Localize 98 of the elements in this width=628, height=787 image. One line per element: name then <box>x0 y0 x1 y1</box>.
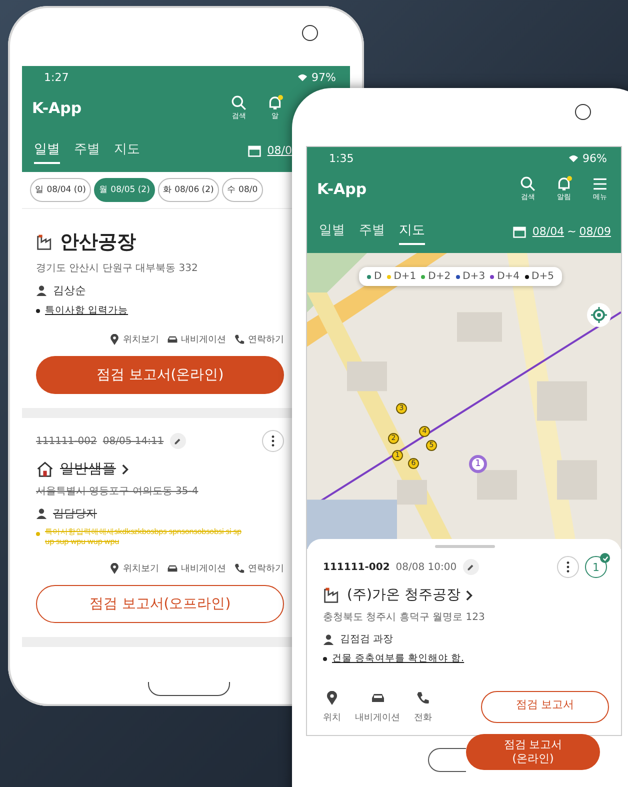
site-address: 충청북도 청주시 흥덕구 월명로 123 <box>323 611 486 624</box>
camera-icon <box>575 104 591 120</box>
date-link[interactable]: 08/0 <box>267 144 292 156</box>
bullet-icon <box>36 532 40 536</box>
view-tab[interactable]: 주별 <box>74 136 100 164</box>
report-button[interactable]: 점검 보고서(온라인) <box>36 356 284 394</box>
location-button[interactable]: 위치보기 <box>109 333 159 346</box>
search-icon <box>231 95 247 111</box>
factory-icon <box>323 586 341 604</box>
location-button[interactable]: 위치보기 <box>109 562 159 575</box>
contact-name: 김점검 과장 <box>340 633 394 646</box>
camera-icon <box>302 25 318 41</box>
chevron-right-icon <box>122 464 129 474</box>
call-button[interactable]: 전화 <box>414 691 432 724</box>
site-name[interactable]: 일반샘플 <box>60 460 116 478</box>
factory-icon <box>36 233 54 251</box>
pencil-icon <box>173 436 182 446</box>
site-address: 서울특별시 영등포구 여의도동 35-4 <box>36 485 200 498</box>
house-icon <box>36 460 54 478</box>
home-button[interactable] <box>148 682 230 696</box>
bullet-icon <box>323 657 327 661</box>
more-button[interactable] <box>557 556 579 578</box>
search-icon <box>520 176 536 192</box>
call-button[interactable]: 연락하기 <box>234 333 284 346</box>
status-time: 1:35 <box>329 152 354 164</box>
call-button[interactable]: 연락하기 <box>234 562 284 575</box>
calendar-icon <box>513 224 526 238</box>
site-name[interactable]: 안산공장 <box>60 229 136 255</box>
day-chip[interactable]: 월 08/05 (2) <box>94 178 155 202</box>
app-title: K-App <box>32 99 82 117</box>
legend-label: D <box>374 271 382 282</box>
day-chip[interactable]: 수 08/0 <box>222 178 263 202</box>
visit-id: 111111-002 <box>36 436 97 446</box>
car-icon <box>167 334 178 345</box>
view-tab[interactable]: 일별 <box>34 136 60 164</box>
legend-label: D+1 <box>394 271 416 282</box>
edit-button[interactable] <box>462 559 479 575</box>
legend-label: D+4 <box>497 271 520 282</box>
view-tab[interactable]: 일별 <box>319 217 345 245</box>
pencil-icon <box>466 562 476 572</box>
legend-label: D+2 <box>428 271 451 282</box>
day-chip[interactable]: 일 08/04 (0) <box>30 178 91 202</box>
map-pin-icon <box>325 691 339 705</box>
site-name[interactable]: (주)가온 청주공장 <box>347 586 460 604</box>
note-text: 건물 증축여부를 확인해야 함. <box>332 652 464 665</box>
visit-count-badge: 1 <box>585 556 607 578</box>
visit-time: 08/08 10:00 <box>396 562 457 572</box>
calendar-icon <box>248 144 262 156</box>
battery-level: 97% <box>312 70 336 84</box>
more-icon <box>566 561 570 573</box>
chevron-right-icon <box>466 590 474 600</box>
app-title: K-App <box>317 180 367 198</box>
date-separator: ~ <box>567 224 576 238</box>
bell-icon <box>556 176 572 192</box>
drag-handle[interactable] <box>435 545 495 548</box>
location-button[interactable]: 위치 <box>323 691 341 724</box>
report-button[interactable]: 점검 보고서(오프라인) <box>36 585 284 623</box>
visit-id: 111111-002 <box>323 562 390 572</box>
person-icon <box>36 285 47 296</box>
visit-time: 08/05 14:11 <box>102 436 164 446</box>
contact-name: 김담당자 <box>53 506 97 521</box>
date-link[interactable]: 08/04 <box>532 224 564 238</box>
car-icon <box>167 563 178 574</box>
person-icon <box>36 508 47 519</box>
edit-button[interactable] <box>170 433 186 449</box>
home-button[interactable] <box>428 748 466 772</box>
car-icon <box>370 691 384 705</box>
site-address: 경기도 안산시 단원구 대부북동 332 <box>36 262 199 275</box>
phone-icon <box>416 691 430 705</box>
contact-name: 김상순 <box>53 283 86 298</box>
wifi-icon <box>568 154 579 162</box>
date-link[interactable]: 08/09 <box>579 224 611 238</box>
person-icon <box>323 634 334 644</box>
view-tab[interactable]: 주별 <box>359 217 385 245</box>
bullet-icon <box>36 309 40 313</box>
menu-icon <box>592 176 608 192</box>
battery-level: 96% <box>582 152 607 164</box>
note-text: 특이사항 입력가능 <box>45 304 128 317</box>
report-button[interactable]: 점검 보고서 (온라인) <box>466 734 600 770</box>
crosshair-icon <box>591 307 607 323</box>
report-button[interactable]: 점검 보고서 <box>481 691 609 723</box>
status-time: 1:27 <box>44 70 69 84</box>
navigation-button[interactable]: 내비게이션 <box>167 333 226 346</box>
legend-label: D+3 <box>462 271 486 282</box>
phone-icon <box>234 334 245 345</box>
phone-icon <box>234 563 245 574</box>
view-tab[interactable]: 지도 <box>399 217 425 245</box>
more-button[interactable] <box>262 430 284 452</box>
map-pin-icon <box>109 563 120 574</box>
bell-icon <box>267 95 283 111</box>
legend-label: D+5 <box>532 271 554 282</box>
navigation-button[interactable]: 내비게이션 <box>355 691 400 724</box>
navigation-button[interactable]: 내비게이션 <box>167 562 226 575</box>
view-tab[interactable]: 지도 <box>114 136 140 164</box>
more-icon <box>271 435 275 447</box>
wifi-icon <box>296 72 308 82</box>
map-pin-icon <box>109 334 120 345</box>
day-chip[interactable]: 화 08/06 (2) <box>158 178 219 202</box>
